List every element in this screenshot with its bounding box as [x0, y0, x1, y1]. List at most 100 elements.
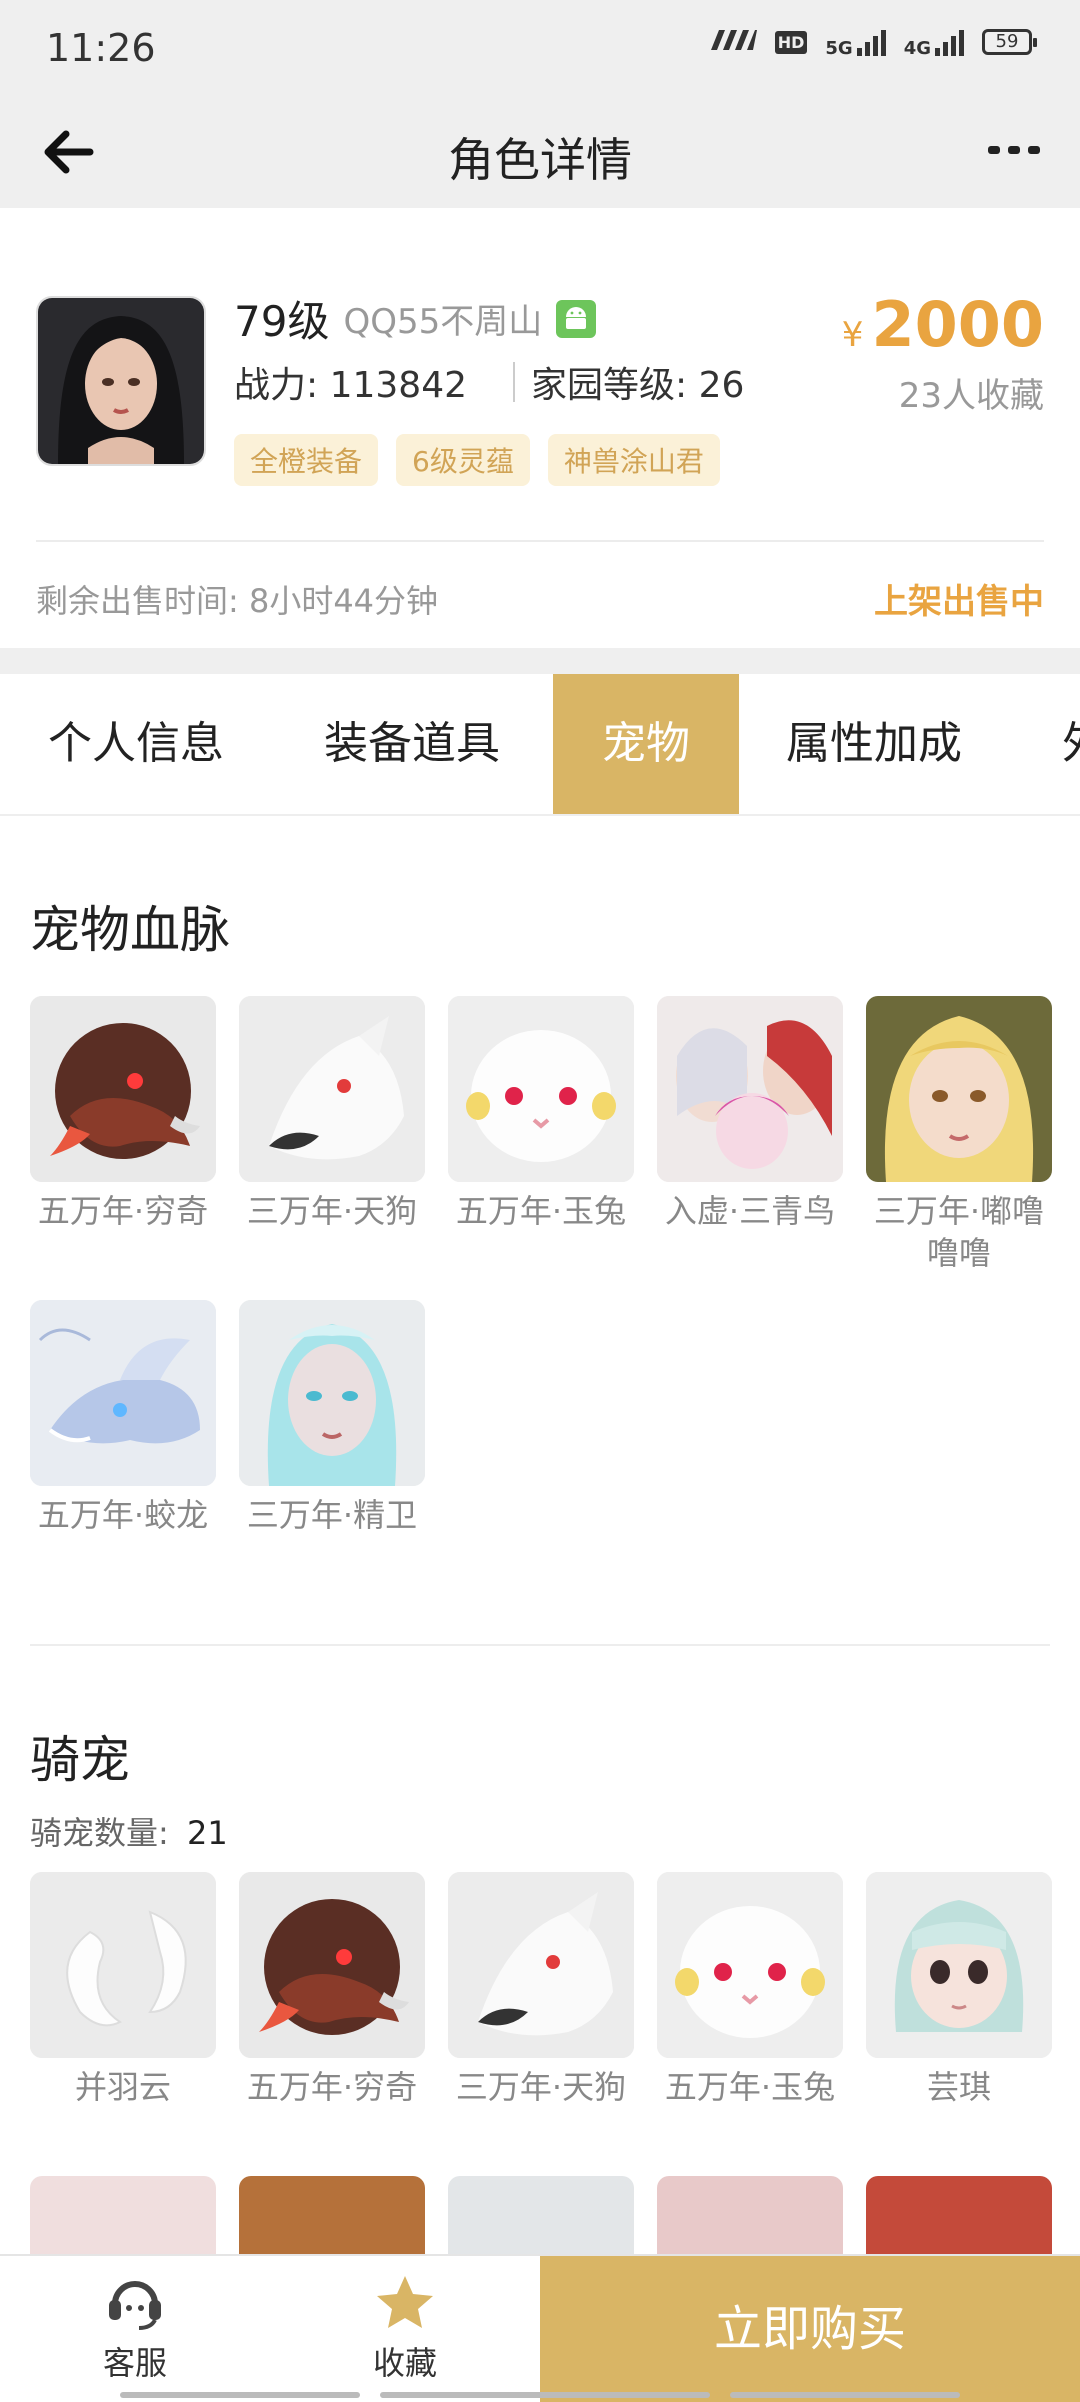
favorite-count: 23人收藏 [898, 376, 1044, 416]
customer-service-button[interactable]: 客服 [80, 2274, 190, 2384]
yutu-icon [657, 1872, 843, 2058]
section-gap [0, 648, 1080, 674]
mount-name: 芸琪 [926, 2068, 991, 2106]
section-title-mounts: 骑宠 [30, 1731, 130, 1789]
hd-icon: HD [774, 30, 808, 54]
pet-item[interactable]: 五万年·玉兔 [448, 996, 634, 1232]
buy-now-button[interactable]: 立即购买 [540, 2256, 1080, 2402]
home-indicator [120, 2392, 360, 2398]
mount-item-partial[interactable] [239, 2176, 425, 2254]
character-avatar[interactable] [36, 296, 206, 466]
status-bar: 11:26 HD 5G 4G 59 [0, 0, 1080, 96]
customer-service-label: 客服 [102, 2344, 167, 2382]
tab-pets[interactable]: 宠物 [553, 674, 739, 814]
pet-name: 三万年·天狗 [246, 1192, 418, 1230]
mount-count: 骑宠数量: 21 [30, 1808, 228, 1854]
pet-item[interactable]: 入虚·三青鸟 [657, 996, 843, 1232]
bingyuyun-icon [30, 1872, 216, 2058]
qiongqi-icon [30, 996, 216, 1182]
remaining-sale-time: 剩余出售时间: 8小时44分钟 [36, 582, 439, 620]
tag-badge: 神兽涂山君 [547, 434, 720, 486]
mount-item[interactable]: 五万年·玉兔 [657, 1872, 843, 2108]
level-row: 79级 QQ55不周山 [234, 288, 597, 349]
status-icons: HD 5G 4G 59 [710, 28, 1037, 58]
signal-4g-icon: 4G [904, 28, 964, 58]
status-time: 11:26 [46, 26, 156, 70]
home-level: 家园等级: 26 [531, 365, 745, 406]
pet-name: 五万年·蛟龙 [37, 1496, 209, 1534]
character-level: 79级 [234, 297, 330, 346]
mount-thumb [448, 2176, 634, 2254]
pet-name: 三万年·嘟噜噜噜 [873, 1192, 1045, 1272]
mount-name: 五万年·穷奇 [246, 2068, 418, 2106]
stats-divider [513, 362, 515, 402]
favorite-label: 收藏 [372, 2344, 437, 2382]
divider [36, 540, 1044, 542]
mount-name: 并羽云 [74, 2068, 171, 2106]
combat-power: 战力: 113842 [234, 365, 467, 406]
pet-item[interactable]: 五万年·穷奇 [30, 996, 216, 1232]
tab-appearance[interactable]: 外 [1062, 674, 1080, 814]
currency-symbol: ¥ [841, 315, 864, 355]
headset-icon [105, 2281, 165, 2334]
section-divider [30, 1644, 1050, 1646]
yunqi-icon [866, 1872, 1052, 2058]
page-title: 角色详情 [448, 133, 632, 187]
pet-item[interactable]: 三万年·天狗 [239, 996, 425, 1232]
pet-name: 三万年·精卫 [246, 1496, 418, 1534]
mount-name: 三万年·天狗 [455, 2068, 627, 2106]
home-indicator [380, 2392, 710, 2398]
mount-thumb [30, 2176, 216, 2254]
tag-list: 全橙装备 6级灵蕴 神兽涂山君 [234, 434, 720, 486]
mount-item-partial[interactable] [30, 2176, 216, 2254]
mount-item-partial[interactable] [448, 2176, 634, 2254]
mount-item-partial[interactable] [657, 2176, 843, 2254]
android-icon [556, 299, 597, 338]
mount-item[interactable]: 三万年·天狗 [448, 1872, 634, 2108]
yutu-icon [448, 996, 634, 1182]
mount-thumb [866, 2176, 1052, 2254]
section-title-pet-bloodline: 宠物血脉 [30, 901, 230, 959]
pet-name: 五万年·穷奇 [37, 1192, 209, 1230]
sanqingniao-icon [657, 996, 843, 1182]
tab-attributes[interactable]: 属性加成 [786, 674, 962, 814]
nav-bar: 角色详情 [0, 96, 1080, 208]
character-card: 79级 QQ55不周山 战力: 113842 家园等级: 26 全橙装备 6级灵… [0, 208, 1080, 648]
price-value: 2000 [871, 288, 1044, 361]
pet-item[interactable]: 五万年·蛟龙 [30, 1300, 216, 1536]
pet-name: 五万年·玉兔 [455, 1192, 627, 1230]
home-indicator [730, 2392, 960, 2398]
mount-count-value: 21 [186, 1814, 228, 1852]
price: ¥ 2000 [842, 288, 1044, 361]
star-icon [375, 2276, 435, 2334]
pet-name: 入虚·三青鸟 [664, 1192, 836, 1230]
tiangou-icon [239, 996, 425, 1182]
sale-status-badge: 上架出售中 [874, 582, 1044, 622]
favorite-button[interactable]: 收藏 [350, 2274, 460, 2384]
character-server: QQ55不周山 [343, 302, 543, 342]
pet-item[interactable]: 三万年·精卫 [239, 1300, 425, 1536]
qiongqi-icon [239, 1872, 425, 2058]
tab-equipment[interactable]: 装备道具 [324, 674, 500, 814]
tag-badge: 6级灵蕴 [396, 434, 530, 486]
mount-item[interactable]: 并羽云 [30, 1872, 216, 2108]
mount-item[interactable]: 芸琪 [866, 1872, 1052, 2108]
tab-bar: 个人信息 装备道具 宠物 属性加成 外 [0, 674, 1080, 816]
jiaolong-icon [30, 1300, 216, 1486]
more-options-icon[interactable] [988, 146, 1040, 154]
bottom-action-bar: 客服 收藏 立即购买 [0, 2254, 1080, 2402]
stats-row: 战力: 113842 家园等级: 26 [234, 356, 744, 408]
signal-strong-icon [710, 28, 757, 56]
tab-personal-info[interactable]: 个人信息 [48, 674, 224, 814]
mount-item[interactable]: 五万年·穷奇 [239, 1872, 425, 2108]
mount-item-partial[interactable] [866, 2176, 1052, 2254]
mount-thumb [657, 2176, 843, 2254]
tag-badge: 全橙装备 [234, 434, 379, 486]
dululu-icon [866, 996, 1052, 1182]
pet-item[interactable]: 三万年·嘟噜噜噜 [866, 996, 1052, 1274]
mount-count-label: 骑宠数量: [30, 1814, 169, 1852]
mount-thumb [239, 2176, 425, 2254]
mount-name: 五万年·玉兔 [664, 2068, 836, 2106]
battery-icon: 59 [982, 29, 1037, 55]
tiangou-icon [448, 1872, 634, 2058]
